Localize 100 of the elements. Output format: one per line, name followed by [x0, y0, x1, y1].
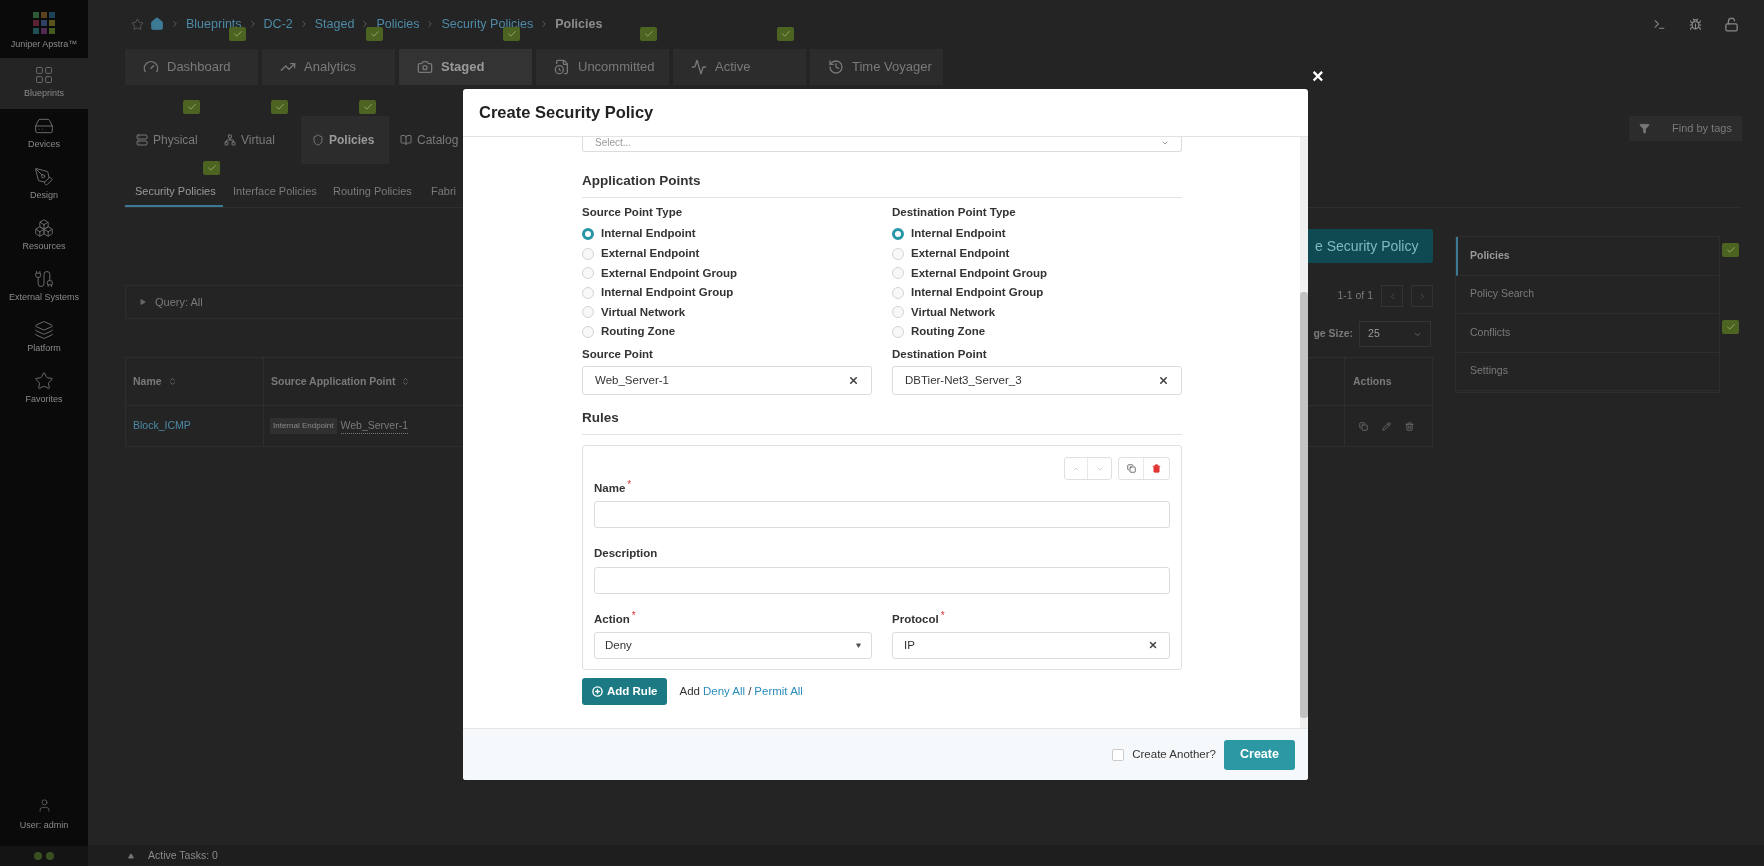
radio-label: Internal Endpoint: [601, 226, 696, 242]
policy-tab[interactable]: Security Policies: [125, 177, 223, 207]
breadcrumb-link[interactable]: DC-2: [263, 14, 293, 34]
field-label: Action: [594, 611, 630, 627]
menu-item[interactable]: Policy Search: [1456, 275, 1719, 314]
close-button[interactable]: ×: [1312, 66, 1324, 86]
gauge-icon: [143, 59, 159, 75]
chevron-down-icon: [1161, 139, 1169, 147]
create-another-label: Create Another?: [1132, 746, 1216, 762]
main-tab[interactable]: Dashboard: [125, 49, 258, 85]
edit-icon[interactable]: [1382, 421, 1391, 431]
menu-item[interactable]: Settings: [1456, 352, 1719, 391]
select-field[interactable]: Select...: [582, 137, 1182, 152]
policy-tab[interactable]: Interface Policies: [223, 177, 323, 207]
section-heading: Application Points: [582, 173, 701, 188]
breadcrumb-link[interactable]: Staged: [314, 14, 355, 34]
point-select[interactable]: DBTier-Net3_Server_3: [892, 366, 1182, 396]
permit-all-link[interactable]: Permit All: [754, 682, 803, 700]
radio-label: Internal Endpoint Group: [911, 285, 1044, 301]
copy-icon: [1126, 464, 1136, 474]
file-clock-icon: [554, 59, 570, 75]
radio-label: Internal Endpoint: [911, 226, 1006, 242]
pen-icon: [34, 167, 54, 188]
breadcrumb-current: Policies: [555, 15, 603, 33]
field-label: Destination Point: [892, 346, 988, 362]
breadcrumb-link[interactable]: Security Policies: [441, 14, 534, 34]
chevron-icon: [170, 19, 180, 29]
main-tab[interactable]: Staged: [399, 49, 532, 85]
shield-icon: [312, 134, 324, 146]
filter-icon: [1639, 122, 1650, 134]
view-tab[interactable]: Policies: [301, 116, 389, 164]
point-select[interactable]: Web_Server-1: [582, 366, 872, 396]
view-tab[interactable]: Catalog: [389, 116, 477, 164]
create-another-checkbox[interactable]: [1112, 748, 1125, 761]
main-tab[interactable]: Active: [673, 49, 806, 85]
field-label: Source Point: [582, 346, 654, 362]
main-tab[interactable]: Uncommitted: [536, 49, 669, 85]
unlock-icon: [1723, 16, 1739, 32]
action-select[interactable]: Deny: [594, 631, 872, 659]
add-rule-button[interactable]: Add Rule: [582, 677, 668, 705]
page-size-label: ge Size:: [1313, 326, 1354, 342]
clear-icon[interactable]: [848, 375, 859, 387]
clear-icon[interactable]: [1158, 375, 1169, 387]
delete-icon[interactable]: [1405, 421, 1414, 431]
create-button[interactable]: Create: [1224, 739, 1295, 770]
sidebar-item[interactable]: Blueprints: [0, 57, 88, 109]
plus-icon: [592, 685, 603, 697]
bug-icon: [1688, 17, 1702, 31]
column-header[interactable]: Source Application Point: [271, 373, 396, 390]
radio-label: Routing Zone: [601, 324, 676, 340]
protocol-select[interactable]: IP: [892, 631, 1170, 659]
view-tab[interactable]: Virtual: [213, 116, 301, 164]
radio-label: External Endpoint: [911, 246, 1010, 261]
caret-icon: [140, 299, 146, 305]
menu-item[interactable]: Conflicts: [1456, 314, 1719, 353]
policy-tab[interactable]: Fabri: [421, 177, 465, 207]
user-label[interactable]: User: admin: [19, 818, 69, 832]
menu-item[interactable]: Policies: [1456, 237, 1719, 276]
main-tab[interactable]: Analytics: [262, 49, 395, 85]
clear-icon[interactable]: [1148, 640, 1158, 651]
policy-link[interactable]: Block_ICMP: [133, 418, 191, 434]
field-label: Protocol: [892, 611, 939, 627]
description-input[interactable]: [594, 566, 1170, 594]
breadcrumb-link[interactable]: Blueprints: [186, 14, 242, 34]
radio-label: External Endpoint: [601, 246, 700, 261]
pagination-text: 1-1 of 1: [1337, 288, 1373, 304]
policy-tab[interactable]: Routing Policies: [323, 177, 421, 207]
history-icon: [828, 59, 844, 75]
caret-icon: [856, 642, 861, 648]
sort-icon[interactable]: [401, 377, 411, 386]
field-label: Source Point Type: [582, 205, 684, 220]
view-tab[interactable]: Physical: [125, 116, 213, 164]
add-text: Add: [679, 683, 700, 699]
column-header[interactable]: Name: [133, 373, 162, 390]
activity-icon: [691, 59, 707, 75]
sort-icon[interactable]: [167, 377, 177, 386]
copy-icon[interactable]: [1359, 421, 1368, 431]
separator-text: /: [748, 683, 752, 699]
deny-all-link[interactable]: Deny All: [702, 682, 746, 700]
breadcrumb-link[interactable]: Policies: [376, 14, 420, 34]
next-page-button[interactable]: [1411, 285, 1433, 307]
logo-icon: [33, 12, 55, 34]
find-by-tags-button[interactable]: Find by tags: [1629, 115, 1742, 141]
main-tab[interactable]: Time Voyager: [810, 49, 943, 85]
favorite-icon[interactable]: [131, 17, 144, 31]
radio-button[interactable]: [892, 228, 904, 241]
modal-title: Create Security Policy: [479, 102, 654, 124]
grid-icon: [34, 65, 54, 86]
user-icon: [36, 797, 52, 813]
boxes-icon: [34, 218, 54, 239]
previous-page-button[interactable]: [1381, 285, 1403, 307]
trash-icon: [1152, 464, 1161, 474]
page-size-select[interactable]: 25: [1359, 321, 1432, 347]
home-icon[interactable]: [150, 17, 164, 31]
name-input[interactable]: [594, 501, 1170, 529]
caret-icon[interactable]: [128, 852, 134, 859]
radio-button[interactable]: [582, 228, 594, 241]
star-icon: [34, 371, 54, 392]
radio-label: Virtual Network: [911, 304, 996, 320]
endpoint-link[interactable]: Web_Server-1: [340, 417, 408, 435]
